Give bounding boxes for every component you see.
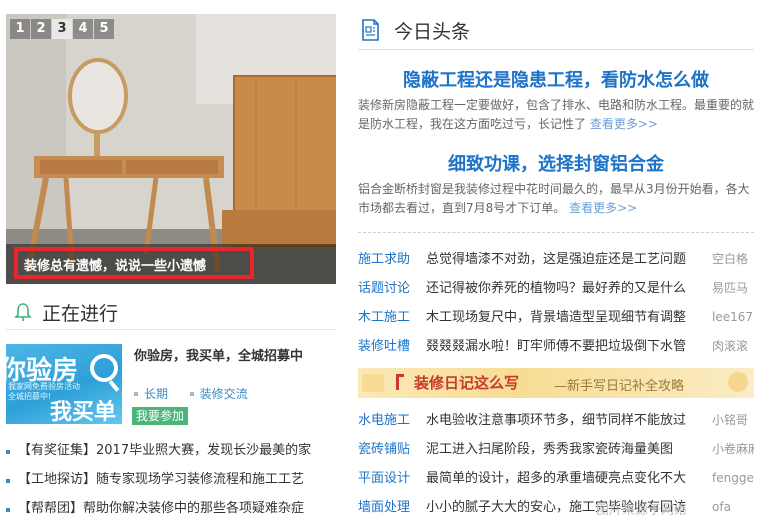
slideshow-pager: 1 2 3 4 5 — [10, 19, 114, 39]
topic-category[interactable]: 木工施工 — [358, 303, 410, 332]
topic-list-2: 水电施工 水电验收注意事项环节多，细节同样不能放过 小铭哥 瓷砖铺贴 泥工进入扫… — [358, 406, 754, 522]
in-progress-title: 正在进行 — [42, 303, 119, 325]
promo-image[interactable]: 你验房 我家网免费验房活动 全城招募中! 我买单 — [6, 344, 122, 424]
topic-author[interactable]: 空白格 — [712, 245, 754, 274]
topic-title[interactable]: 泥工进入扫尾阶段，秀秀我家瓷砖海量美图 — [426, 435, 708, 464]
topic-category[interactable]: 墙面处理 — [358, 493, 410, 522]
slide-caption-bar: 装修总有遗憾，说说一些小遗憾 — [6, 244, 336, 284]
list-item[interactable]: 【工地探访】随专家现场学习装修流程和施工工艺 — [6, 469, 336, 498]
topic-row: 墙面处理 小小的腻子大大的安心，施工完毕验收有回访 ofa — [358, 493, 754, 522]
headline-title-2[interactable]: 细致功课，选择封窗铝合金 — [358, 150, 754, 176]
topic-title[interactable]: 最简单的设计，超多的承重墙硬亮点变化不大 — [426, 464, 708, 493]
pager-button-3[interactable]: 3 — [52, 19, 72, 39]
newspaper-icon — [362, 19, 379, 41]
topic-category[interactable]: 装修吐槽 — [358, 332, 410, 361]
headline-desc-text: 装修新房隐蔽工程一定要做好，包含了排水、电路和防水工程。最重要的就是防水工程，我… — [358, 98, 755, 131]
list-item[interactable]: 【有奖征集】2017毕业照大赛，发现长沙最美的家 — [6, 440, 336, 469]
headline-desc-1: 装修新房隐蔽工程一定要做好，包含了排水、电路和防水工程。最重要的就是防水工程，我… — [358, 96, 754, 134]
pager-button-4[interactable]: 4 — [73, 19, 93, 39]
slide-caption[interactable]: 装修总有遗憾，说说一些小遗憾 — [24, 255, 206, 274]
promo-meta-duration: 长期 — [144, 387, 169, 401]
topic-title[interactable]: 还记得被你养死的植物吗？最好养的又是什么 — [426, 274, 708, 303]
watermark: 图片来源于网络 — [596, 503, 688, 518]
headline-title-1[interactable]: 隐蔽工程还是隐患工程，看防水怎么做 — [358, 66, 754, 92]
bracket-icon — [396, 374, 404, 390]
topic-category[interactable]: 水电施工 — [358, 406, 410, 435]
divider — [358, 232, 754, 233]
in-progress-header: 正在进行 — [6, 296, 336, 330]
topic-row: 木工施工 木工现场复尺中，背景墙造型呈现细节有调整 lee167 — [358, 303, 754, 332]
headline-desc-2: 铝合金断桥封窗是我装修过程中花时间最久的，最早从3月份开始看，各大市场都去看过，… — [358, 180, 754, 218]
topic-row: 话题讨论 还记得被你养死的植物吗？最好养的又是什么 易匹马 — [358, 274, 754, 303]
headlines-title: 今日头条 — [394, 21, 471, 43]
read-more-link[interactable]: 查看更多>> — [590, 117, 658, 131]
bullet-icon — [189, 391, 194, 396]
magnifier-icon — [90, 354, 118, 382]
pager-button-5[interactable]: 5 — [94, 19, 114, 39]
topic-row: 瓷砖铺贴 泥工进入扫尾阶段，秀秀我家瓷砖海量美图 小卷麻麻 — [358, 435, 754, 464]
bullet-icon — [134, 391, 138, 396]
topic-title[interactable]: 水电验收注意事项环节多，细节同样不能放过 — [426, 406, 708, 435]
activity-list: 【有奖征集】2017毕业照大赛，发现长沙最美的家 【工地探访】随专家现场学习装修… — [6, 440, 336, 527]
headline-desc-text: 铝合金断桥封窗是我装修过程中花时间最久的，最早从3月份开始看，各大市场都去看过，… — [358, 182, 750, 215]
pager-button-2[interactable]: 2 — [31, 19, 51, 39]
topic-author[interactable]: 小铭哥 — [712, 406, 754, 435]
topic-author[interactable]: 易匹马 — [712, 274, 754, 303]
topic-row: 水电施工 水电验收注意事项环节多，细节同样不能放过 小铭哥 — [358, 406, 754, 435]
promo-image-text-2: 我买单 — [50, 400, 117, 424]
banner-title: 装修日记这么写 — [414, 374, 520, 392]
diary-guide-banner[interactable]: 装修日记这么写 —新手写日记补全攻略 — [358, 368, 754, 398]
topic-row: 施工求助 总觉得墙漆不对劲，这是强迫症还是工艺问题 空白格 — [358, 245, 754, 274]
magnifier-handle — [108, 380, 120, 392]
topic-author[interactable]: 肉滚滚 — [712, 332, 754, 361]
banner-subtitle: —新手写日记补全攻略 — [554, 379, 685, 394]
topic-author[interactable]: ofa — [712, 493, 754, 522]
bell-icon — [14, 303, 32, 321]
topic-author[interactable]: 小卷麻麻 — [712, 435, 754, 464]
banner-decoration — [728, 372, 748, 392]
topic-row: 平面设计 最简单的设计，超多的承重墙硬亮点变化不大 fengge — [358, 464, 754, 493]
topic-author[interactable]: fengge — [712, 464, 754, 493]
topic-category[interactable]: 话题讨论 — [358, 274, 410, 303]
pager-button-1[interactable]: 1 — [10, 19, 30, 39]
topic-category[interactable]: 施工求助 — [358, 245, 410, 274]
topic-title[interactable]: 叕叕叕漏水啦！盯牢师傅不要把垃圾倒下水管 — [426, 332, 708, 361]
topic-author[interactable]: lee167 — [712, 303, 754, 332]
topic-title[interactable]: 木工现场复尺中，背景墙造型呈现细节有调整 — [426, 303, 708, 332]
headlines-header: 今日头条 — [358, 14, 754, 50]
list-item[interactable]: 【帮帮团】帮助你解决装修中的那些各项疑难杂症 — [6, 498, 336, 527]
slideshow[interactable]: 1 2 3 4 5 装修总有遗憾，说说一些小遗憾 — [6, 14, 336, 284]
join-button[interactable]: 我要参加 — [132, 407, 189, 425]
topic-category[interactable]: 瓷砖铺贴 — [358, 435, 410, 464]
topic-category[interactable]: 平面设计 — [358, 464, 410, 493]
read-more-link[interactable]: 查看更多>> — [569, 201, 637, 215]
banner-decoration — [362, 374, 384, 392]
promo-title[interactable]: 你验房，我买单，全城招募中 — [134, 345, 303, 364]
promo-meta-category[interactable]: 装修交流 — [200, 387, 248, 401]
topic-title[interactable]: 总觉得墙漆不对劲，这是强迫症还是工艺问题 — [426, 245, 708, 274]
topic-row: 装修吐槽 叕叕叕漏水啦！盯牢师傅不要把垃圾倒下水管 肉滚滚 — [358, 332, 754, 361]
topic-list-1: 施工求助 总觉得墙漆不对劲，这是强迫症还是工艺问题 空白格 话题讨论 还记得被你… — [358, 245, 754, 361]
promo-meta: 长期 装修交流 — [134, 385, 248, 402]
